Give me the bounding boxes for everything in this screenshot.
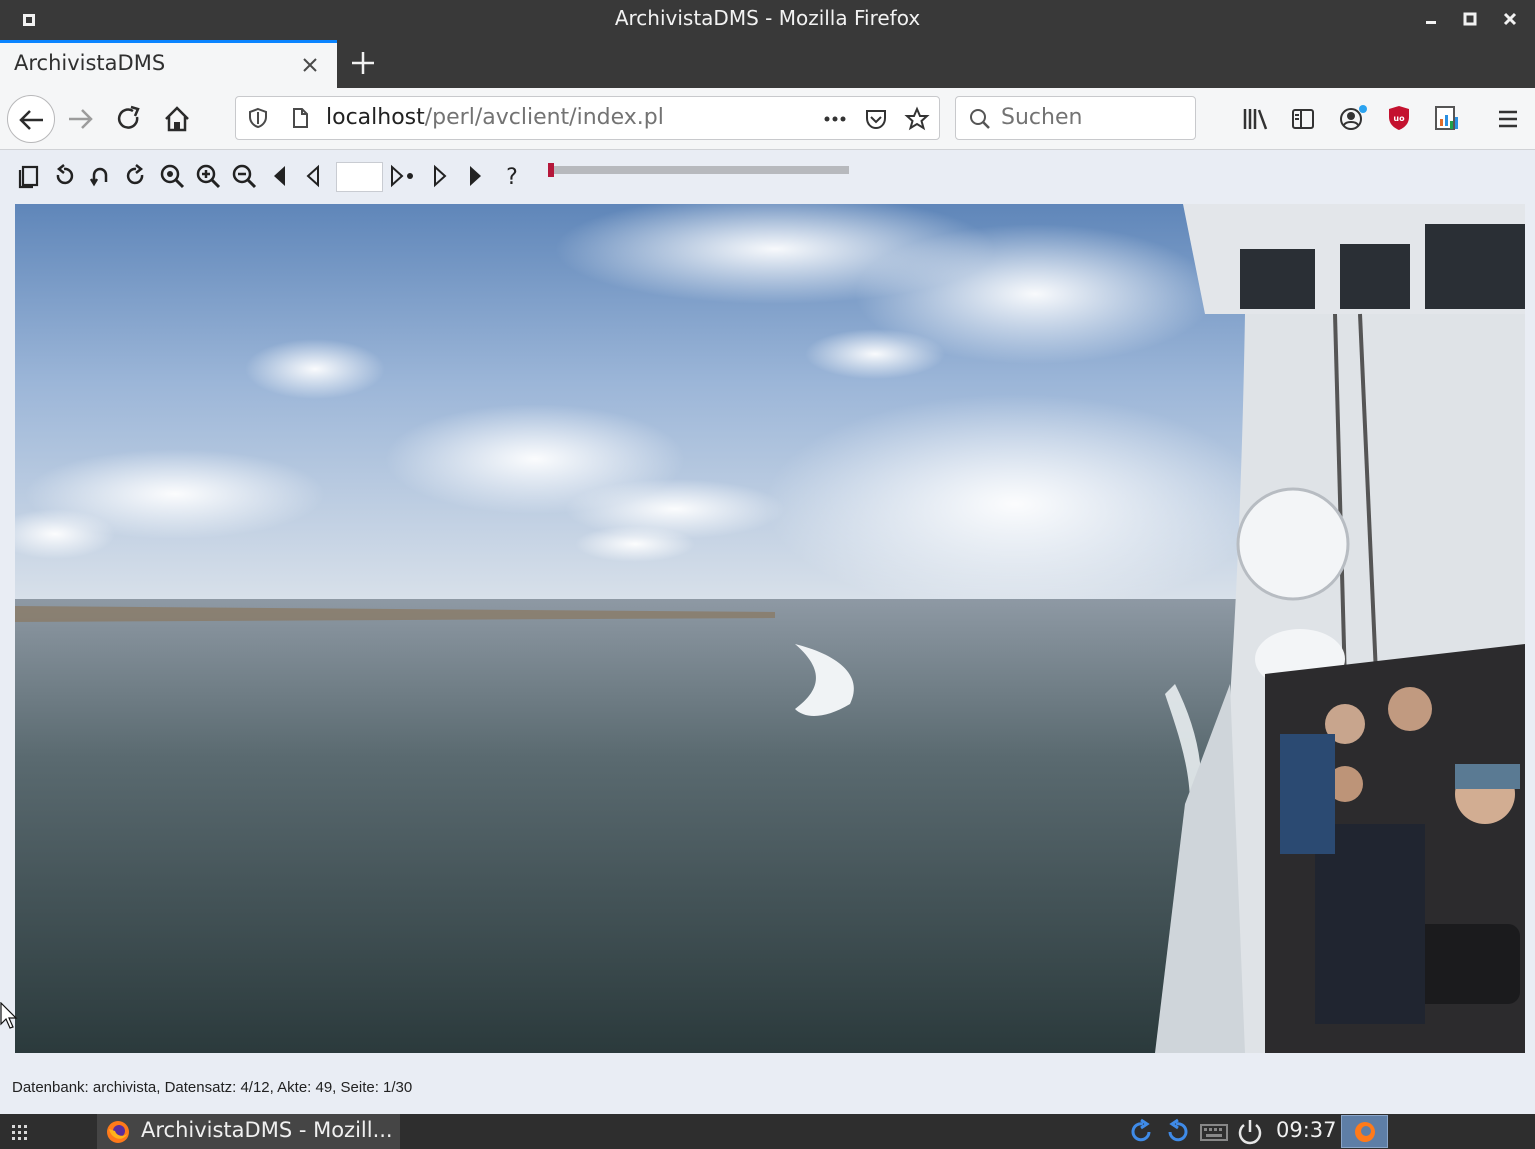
window-titlebar: ArchivistaDMS - Mozilla Firefox — [0, 0, 1535, 40]
maximize-button[interactable] — [1457, 6, 1483, 32]
tab-archivistadms[interactable]: ArchivistaDMS — [0, 40, 337, 88]
taskbar-task-firefox[interactable]: ArchivistaDMS - Mozill... — [97, 1114, 400, 1149]
loading-progress-bar — [548, 163, 849, 177]
home-button[interactable] — [153, 95, 201, 143]
search-bar[interactable]: Suchen — [955, 96, 1196, 140]
minimize-button[interactable] — [1418, 6, 1444, 32]
url-text: localhost/perl/avclient/index.pl — [326, 105, 664, 130]
help-icon[interactable]: ? — [498, 162, 526, 190]
progress-fill — [548, 163, 555, 177]
tab-label: ArchivistaDMS — [14, 51, 166, 75]
reload-button[interactable] — [105, 95, 153, 143]
power-icon[interactable] — [1235, 1117, 1265, 1147]
tab-strip: ArchivistaDMS — [0, 40, 1535, 88]
app-grid-icon[interactable] — [10, 1122, 30, 1142]
minimize-icon — [1426, 21, 1436, 24]
ublock-icon[interactable]: uo — [1386, 104, 1412, 132]
mouse-cursor-icon — [0, 1002, 18, 1029]
bookmark-star-icon[interactable] — [904, 106, 930, 132]
keyboard-icon[interactable] — [1199, 1117, 1229, 1147]
more-actions-icon[interactable] — [821, 109, 849, 129]
zoom-out-icon[interactable] — [230, 162, 258, 190]
first-page-icon[interactable] — [266, 162, 294, 190]
rotate-left-icon[interactable] — [50, 162, 78, 190]
sidebar-icon[interactable] — [1290, 106, 1316, 132]
close-window-button[interactable] — [1497, 6, 1523, 32]
update-icon[interactable] — [1126, 1117, 1156, 1147]
svg-text:?: ? — [506, 165, 518, 190]
desktop-taskbar: ArchivistaDMS - Mozill... 09:37 — [0, 1114, 1535, 1149]
last-page-icon[interactable] — [461, 162, 489, 190]
url-path: /perl/avclient/index.pl — [424, 105, 664, 130]
back-button[interactable] — [7, 95, 55, 143]
maximize-icon — [1463, 12, 1477, 26]
home-icon — [165, 106, 189, 132]
document-image-viewer[interactable] — [15, 204, 1525, 1053]
arrow-right-icon — [69, 109, 93, 129]
previous-page-icon[interactable] — [300, 162, 328, 190]
zoom-in-icon[interactable] — [194, 162, 222, 190]
search-placeholder: Suchen — [1001, 105, 1083, 130]
close-tab-icon[interactable] — [296, 51, 324, 79]
page-number-input[interactable] — [336, 162, 383, 192]
navigation-toolbar: localhost/perl/avclient/index.pl Suchen … — [0, 88, 1535, 150]
zoom-fit-icon[interactable] — [158, 162, 186, 190]
account-icon[interactable] — [1338, 104, 1368, 132]
url-host: localhost — [326, 105, 425, 130]
copy-icon[interactable] — [14, 162, 42, 190]
page-info-icon[interactable] — [288, 106, 312, 130]
firefox-icon — [107, 1121, 129, 1143]
library-icon[interactable] — [1242, 106, 1270, 132]
close-icon — [1503, 12, 1517, 26]
forward-button[interactable] — [57, 95, 105, 143]
arrow-left-icon — [19, 110, 43, 130]
extension-chart-icon[interactable] — [1433, 104, 1461, 132]
window-title: ArchivistaDMS - Mozilla Firefox — [614, 6, 921, 30]
reload-icon — [117, 105, 140, 129]
status-line: Datenbank: archivista, Datensatz: 4/12, … — [12, 1079, 413, 1096]
shield-icon[interactable] — [246, 106, 270, 130]
url-bar[interactable]: localhost/perl/avclient/index.pl — [235, 96, 940, 140]
firefox-indicator-icon — [1355, 1122, 1375, 1142]
rotate-180-icon[interactable] — [86, 162, 114, 190]
taskbar-task-label: ArchivistaDMS - Mozill... — [141, 1118, 393, 1142]
next-page-icon[interactable] — [425, 162, 453, 190]
viewer-toolbar: ? — [0, 150, 1535, 204]
new-tab-icon[interactable] — [346, 46, 380, 80]
hamburger-menu-icon[interactable] — [1495, 106, 1521, 132]
sync-icon[interactable] — [1163, 1117, 1193, 1147]
svg-text:uo: uo — [1393, 114, 1405, 123]
go-to-page-icon[interactable] — [388, 162, 418, 190]
search-icon — [970, 109, 990, 129]
taskbar-clock: 09:37 — [1276, 1118, 1337, 1142]
pocket-icon[interactable] — [863, 106, 889, 132]
rotate-right-icon[interactable] — [122, 162, 150, 190]
active-window-indicator[interactable] — [1341, 1115, 1388, 1148]
document-photo — [15, 204, 1525, 1053]
